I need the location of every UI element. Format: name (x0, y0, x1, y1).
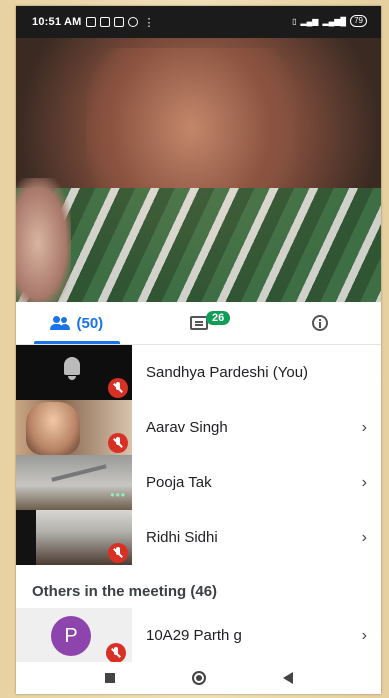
speaker-hand (16, 178, 71, 308)
android-nav-bar (16, 662, 381, 694)
others-heading: Others in the meeting (46) (32, 583, 218, 600)
status-right: ▯ ▂▄▆ ▂▄▆█ 79 (292, 15, 367, 27)
battery-icon: 79 (350, 15, 367, 27)
ceiling-fan (51, 464, 107, 482)
participant-name: 10A29 Parth g (146, 627, 242, 644)
info-icon (312, 315, 329, 331)
meeting-tabs: (50) (16, 302, 381, 345)
status-time: 10:51 AM (32, 16, 82, 28)
tab-people[interactable]: (50) (16, 302, 138, 344)
main-video-feed[interactable] (16, 38, 381, 308)
chevron-right-icon[interactable]: › (362, 510, 367, 565)
participant-name: Sandhya Pardeshi (You) (146, 364, 309, 381)
more-notifications-icon: ⋮ (143, 16, 155, 29)
chevron-right-icon[interactable]: › (362, 400, 367, 455)
message-icon (99, 17, 110, 27)
chat-icon (189, 316, 208, 330)
chevron-right-icon[interactable]: › (362, 608, 367, 663)
back-button[interactable] (282, 672, 293, 684)
bell-clapper (68, 376, 76, 380)
participant-thumbnail (16, 510, 132, 565)
participant-thumbnail: P (16, 608, 132, 663)
volte-icon: ▯ (292, 16, 297, 26)
participant-name: Pooja Tak (146, 474, 212, 491)
mic-off-icon (108, 433, 128, 453)
participant-row[interactable]: Sandhya Pardeshi (You) (16, 345, 381, 400)
status-bar: 10:51 AM ⋮ ▯ ▂▄▆ ▂▄▆█ 79 (16, 6, 381, 38)
participant-thumbnail: ••• (16, 455, 132, 510)
people-icon (50, 316, 71, 330)
recents-button[interactable] (104, 673, 115, 683)
participant-name: Aarav Singh (146, 419, 228, 436)
mic-off-icon (106, 643, 126, 663)
mic-off-icon (108, 543, 128, 563)
tab-chat[interactable] (138, 302, 260, 344)
avatar: P (51, 616, 91, 656)
chat-unread-badge: 26 (206, 311, 231, 325)
email-icon (113, 17, 124, 27)
participant-row[interactable]: ••• Pooja Tak › (16, 455, 381, 510)
tab-info[interactable] (259, 302, 381, 344)
people-count: (50) (76, 314, 104, 332)
home-button[interactable] (191, 671, 206, 685)
bell-icon (64, 357, 80, 375)
phone-screen: 10:51 AM ⋮ ▯ ▂▄▆ ▂▄▆█ 79 (50) 26 Sandhya… (16, 6, 381, 694)
signal-icon: ▂▄▆ (300, 16, 319, 26)
signal-icon-2: ▂▄▆█ (322, 16, 347, 26)
participant-row[interactable]: Aarav Singh › (16, 400, 381, 455)
participant-video (26, 402, 80, 455)
facebook-icon (127, 17, 138, 27)
participant-thumbnail (16, 345, 132, 400)
shield-icon (85, 17, 96, 27)
participant-row[interactable]: P 10A29 Parth g › (16, 608, 381, 663)
speaking-dots-icon: ••• (110, 488, 126, 502)
chevron-right-icon[interactable]: › (362, 455, 367, 510)
participant-name: Ridhi Sidhi (146, 529, 218, 546)
participant-thumbnail (16, 400, 132, 455)
mic-off-icon (108, 378, 128, 398)
participant-row[interactable]: Ridhi Sidhi › (16, 510, 381, 565)
